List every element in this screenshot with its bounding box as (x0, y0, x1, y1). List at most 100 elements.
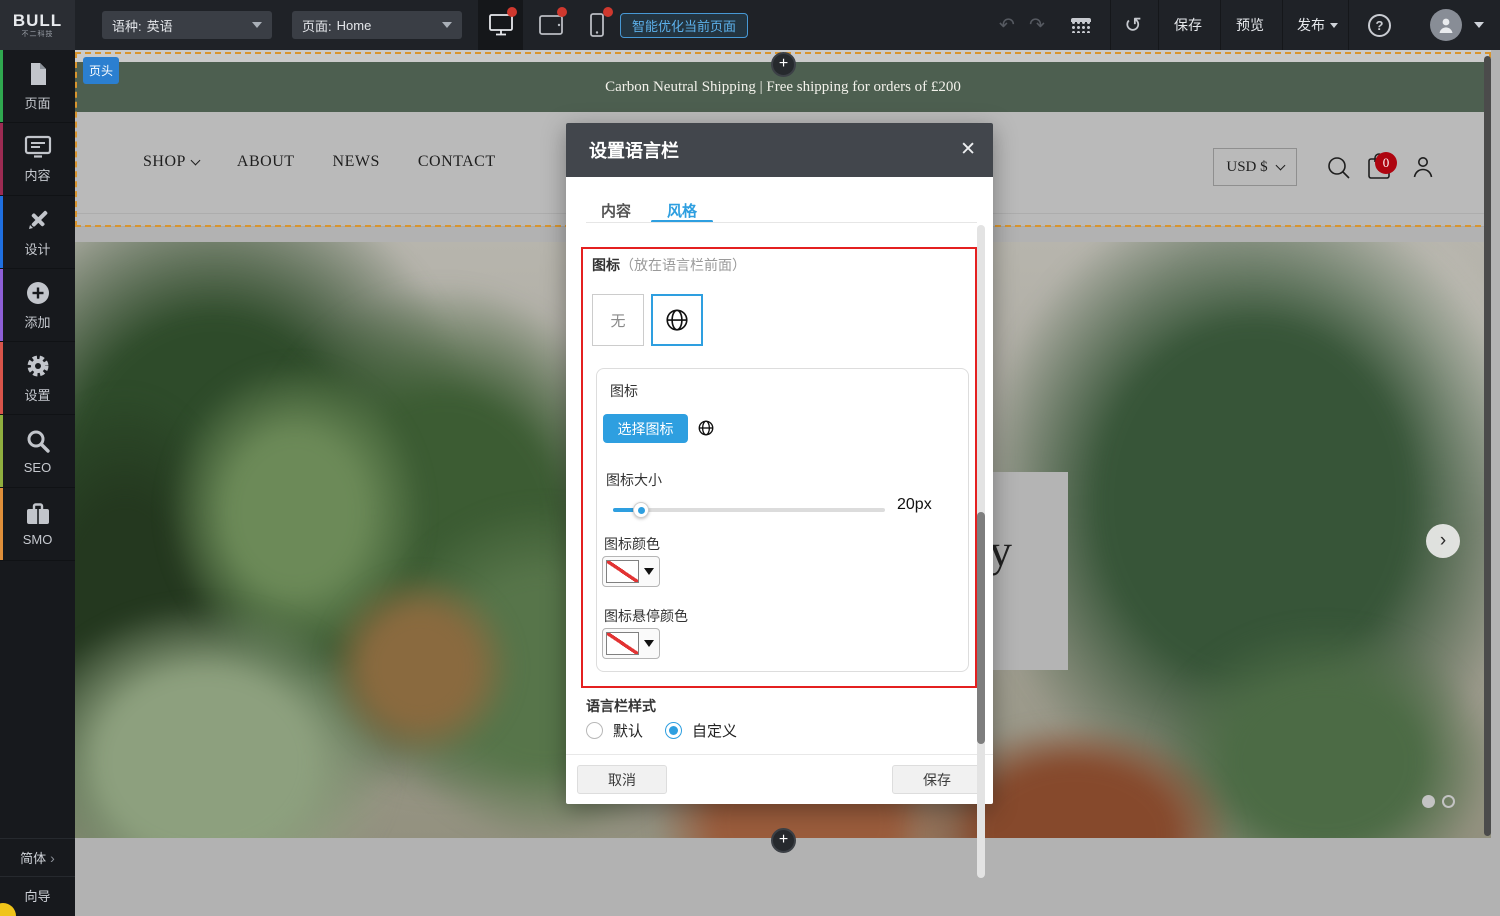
cart-count-badge: 0 (1375, 152, 1397, 174)
account-menu-caret[interactable] (1474, 22, 1484, 28)
bar-style-label: 语言栏样式 (586, 696, 656, 716)
language-select-label: 语种: (112, 16, 142, 35)
radio-custom-label[interactable]: 自定义 (692, 720, 737, 741)
site-search-button[interactable] (1326, 155, 1352, 181)
icon-hover-color-label: 图标悬停颜色 (604, 606, 688, 626)
announcement-text: Carbon Neutral Shipping | Free shipping … (605, 79, 961, 96)
nav-item-shop[interactable]: SHOP (143, 153, 199, 171)
preview-button[interactable]: 预览 (1236, 0, 1264, 50)
slider-handle[interactable] (633, 502, 649, 518)
blocks-grid-button[interactable] (1066, 0, 1096, 50)
history-button[interactable]: ↺ (1118, 0, 1148, 50)
tab-content[interactable]: 内容 (601, 200, 631, 221)
notification-dot (557, 7, 567, 17)
user-icon (1436, 15, 1456, 35)
icon-option-globe[interactable] (651, 294, 703, 346)
icon-color-picker[interactable] (602, 556, 660, 587)
desktop-view-button[interactable] (478, 0, 523, 50)
nav-item-contact[interactable]: CONTACT (418, 153, 496, 171)
icon-label: 图标 (610, 381, 638, 401)
notification-dot (603, 7, 613, 17)
color-strip (0, 342, 3, 414)
no-color-swatch (606, 632, 639, 655)
close-icon[interactable]: ✕ (960, 138, 976, 161)
currency-select[interactable]: USD $ (1213, 148, 1297, 186)
sidebar-item-content[interactable]: 内容 (0, 123, 75, 196)
header-section-badge[interactable]: 页头 (83, 57, 119, 84)
tabs-divider (586, 222, 977, 223)
modal-title: 设置语言栏 (589, 137, 679, 163)
search-icon (25, 428, 51, 454)
tab-style[interactable]: 风格 (667, 200, 697, 221)
user-icon (1412, 155, 1434, 179)
radio-custom[interactable] (665, 722, 682, 739)
carousel-next-button[interactable]: › (1426, 524, 1460, 558)
add-section-button-bottom[interactable]: + (771, 828, 796, 853)
color-strip (0, 488, 3, 560)
cancel-button[interactable]: 取消 (577, 765, 667, 794)
sidebar-item-design[interactable]: 设计 (0, 196, 75, 269)
mobile-view-button[interactable] (574, 0, 619, 50)
toolbar-divider (1220, 0, 1221, 50)
tablet-view-button[interactable] (528, 0, 573, 50)
language-select-value: 英语 (147, 16, 173, 35)
page-select-value: Home (337, 18, 372, 33)
carousel-dot[interactable] (1442, 795, 1455, 808)
simplified-chinese-toggle[interactable]: 简体 › (0, 838, 75, 876)
color-strip (0, 269, 3, 341)
hero-heading-partial: y (993, 524, 1012, 577)
tablet-icon (538, 14, 564, 36)
icon-option-none[interactable]: 无 (592, 294, 644, 346)
grid-icon (1071, 18, 1091, 33)
cart-button[interactable]: 0 (1367, 152, 1401, 182)
language-bar-settings-modal: 设置语言栏 ✕ 内容 风格 图标（放在语言栏前面） 无 图标 选择图标 (566, 123, 993, 804)
save-button[interactable]: 保存 (892, 765, 982, 794)
sidebar-item-add[interactable]: 添加 (0, 269, 75, 342)
icon-size-slider[interactable] (613, 508, 885, 512)
left-sidebar: 页面 内容 设计 (0, 50, 75, 916)
sidebar-item-settings[interactable]: 设置 (0, 342, 75, 415)
icon-size-value: 20px (897, 496, 932, 514)
app-root: BULL 不二科技 语种: 英语 页面: Home (0, 0, 1500, 916)
nav-item-news[interactable]: NEWS (333, 153, 380, 171)
chevron-right-icon: › (50, 850, 55, 866)
footer-divider (566, 754, 993, 755)
publish-button[interactable]: 发布 (1297, 0, 1338, 50)
hero-text-panel: y (993, 472, 1068, 670)
preview-scrollbar[interactable] (1484, 56, 1491, 836)
toolbar-divider (1348, 0, 1349, 50)
chevron-down-icon (1275, 160, 1285, 170)
selected-icon-preview (697, 419, 715, 437)
logo-title: BULL (13, 12, 62, 29)
sidebar-item-smo[interactable]: SMO (0, 488, 75, 561)
content-icon (24, 135, 52, 159)
account-button[interactable] (1412, 155, 1434, 179)
carousel-dots (1422, 795, 1455, 808)
icon-hover-color-picker[interactable] (602, 628, 660, 659)
smart-optimize-button[interactable]: 智能优化当前页面 (620, 13, 748, 38)
language-select[interactable]: 语种: 英语 (102, 11, 272, 39)
redo-icon: ↷ (1029, 14, 1045, 37)
modal-scrollbar-thumb[interactable] (977, 512, 985, 744)
color-strip (0, 196, 3, 268)
choose-icon-button[interactable]: 选择图标 (603, 414, 688, 443)
undo-button[interactable]: ↶ (994, 0, 1020, 50)
carousel-dot[interactable] (1422, 795, 1435, 808)
save-button[interactable]: 保存 (1174, 0, 1202, 50)
modal-header: 设置语言栏 ✕ (566, 123, 993, 177)
modal-scrollbar-track[interactable] (977, 225, 985, 878)
sidebar-item-pages[interactable]: 页面 (0, 50, 75, 123)
nav-item-about[interactable]: ABOUT (237, 153, 295, 171)
radio-default[interactable] (586, 722, 603, 739)
help-button[interactable]: ? (1368, 14, 1391, 37)
app-logo: BULL 不二科技 (0, 0, 75, 50)
radio-default-label[interactable]: 默认 (613, 720, 643, 741)
icon-group-heading: 图标（放在语言栏前面） (592, 255, 746, 275)
chevron-down-icon (252, 22, 262, 28)
page-select[interactable]: 页面: Home (292, 11, 462, 39)
account-avatar[interactable] (1430, 9, 1462, 41)
sidebar-item-seo[interactable]: SEO (0, 415, 75, 488)
site-nav: SHOP ABOUT NEWS CONTACT (143, 153, 496, 171)
redo-button[interactable]: ↷ (1024, 0, 1050, 50)
add-section-button-top[interactable]: + (771, 52, 796, 77)
